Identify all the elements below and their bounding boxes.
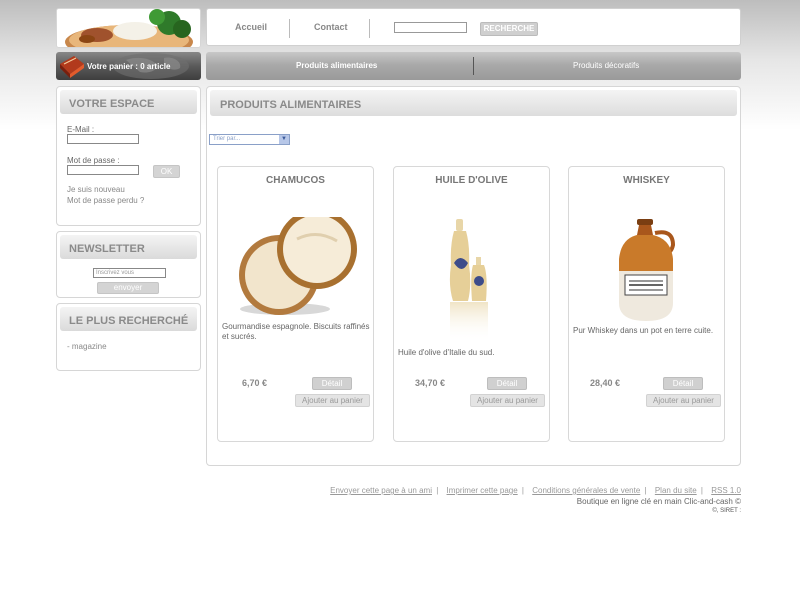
product-price: 34,70 € — [415, 378, 446, 388]
footer-link-send-page[interactable]: Envoyer cette page à un ami — [330, 486, 432, 495]
newsletter-panel: NEWSLETTER Inscrivez vous envoyer — [56, 231, 201, 298]
nav-home-link[interactable]: Accueil — [235, 22, 267, 32]
product-description: Gourmandise espagnole. Biscuits raffinés… — [222, 322, 370, 341]
search-button[interactable]: RECHERCHE — [480, 22, 538, 36]
lost-password-link[interactable]: Mot de passe perdu ? — [67, 196, 144, 205]
most-searched-panel: LE PLUS RECHERCHÉ - magazine — [56, 303, 201, 371]
page-title: PRODUITS ALIMENTAIRES — [210, 90, 737, 116]
product-image[interactable] — [235, 217, 360, 317]
footer-separator: | — [644, 486, 647, 495]
cart-summary[interactable]: Votre panier : 0 article — [56, 52, 201, 80]
product-image[interactable] — [611, 219, 683, 327]
newsletter-panel-title: NEWSLETTER — [60, 235, 197, 259]
product-detail-button[interactable]: Détail — [487, 377, 527, 390]
newsletter-send-button[interactable]: envoyer — [97, 282, 159, 294]
sort-select-value: Trier par... — [213, 136, 241, 142]
newsletter-email-input[interactable]: Inscrivez vous — [93, 268, 166, 278]
product-name[interactable]: WHISKEY — [569, 175, 724, 186]
category-divider — [473, 57, 474, 75]
cart-icon[interactable] — [58, 54, 86, 80]
footer-links: Envoyer cette page à un ami | Imprimer c… — [330, 486, 741, 495]
footer-link-terms[interactable]: Conditions générales de vente — [532, 486, 640, 495]
product-name[interactable]: CHAMUCOS — [218, 175, 373, 186]
account-panel-title: VOTRE ESPACE — [60, 90, 197, 114]
main-content: PRODUITS ALIMENTAIRES Trier par... ▼ CHA… — [206, 86, 741, 466]
add-to-cart-button[interactable]: Ajouter au panier — [646, 394, 721, 407]
product-image[interactable] — [440, 215, 504, 345]
footer-separator: | — [521, 486, 524, 495]
add-to-cart-button[interactable]: Ajouter au panier — [470, 394, 545, 407]
new-user-link[interactable]: Je suis nouveau — [67, 185, 125, 194]
footer-link-print[interactable]: Imprimer cette page — [447, 486, 518, 495]
logo-image[interactable] — [56, 8, 201, 48]
product-detail-button[interactable]: Détail — [663, 377, 703, 390]
account-panel: VOTRE ESPACE E-Mail : Mot de passe : OK … — [56, 86, 201, 226]
footer-tagline[interactable]: Boutique en ligne clé en main Clic-and-c… — [577, 497, 741, 506]
product-price: 28,40 € — [590, 378, 621, 388]
footer-separator: | — [700, 486, 703, 495]
footer-link-sitemap[interactable]: Plan du site — [655, 486, 697, 495]
footer-separator: | — [436, 486, 439, 495]
category-food-link[interactable]: Produits alimentaires — [296, 61, 377, 70]
footer-link-rss[interactable]: RSS 1.0 — [711, 486, 741, 495]
most-searched-title: LE PLUS RECHERCHÉ — [60, 307, 197, 331]
cart-text[interactable]: Votre panier : 0 article — [87, 62, 170, 71]
product-description: Pur Whiskey dans un pot en terre cuite. — [573, 326, 714, 335]
nav-divider — [369, 19, 370, 38]
top-navigation: Accueil Contact RECHERCHE — [206, 8, 741, 46]
product-card: CHAMUCOS Gourmandise espagnole. Biscuits… — [217, 166, 374, 442]
password-label: Mot de passe : — [67, 156, 120, 165]
product-description: Huile d'olive d'Italie du sud. — [398, 348, 495, 357]
login-ok-button[interactable]: OK — [153, 165, 180, 178]
product-detail-button[interactable]: Détail — [312, 377, 352, 390]
add-to-cart-button[interactable]: Ajouter au panier — [295, 394, 370, 407]
email-field[interactable] — [67, 134, 139, 144]
chevron-down-icon[interactable]: ▼ — [279, 135, 289, 144]
sort-select[interactable]: Trier par... ▼ — [209, 134, 290, 145]
product-card: WHISKEY Pur Whiskey dans un pot en terre… — [568, 166, 725, 442]
footer-siret: ©, SIRET : — [712, 508, 741, 514]
product-card: HUILE D'OLIVE Huile d'olive d'Italie du … — [393, 166, 550, 442]
search-input[interactable] — [394, 22, 467, 33]
nav-contact-link[interactable]: Contact — [314, 22, 348, 32]
product-name[interactable]: HUILE D'OLIVE — [394, 175, 549, 186]
password-field[interactable] — [67, 165, 139, 175]
category-bar: Produits alimentaires Produits décoratif… — [206, 52, 741, 80]
nav-divider — [289, 19, 290, 38]
email-label: E-Mail : — [67, 125, 95, 134]
most-searched-item[interactable]: - magazine — [67, 342, 107, 351]
product-price: 6,70 € — [242, 378, 268, 388]
category-decor-link[interactable]: Produits décoratifs — [573, 61, 639, 70]
